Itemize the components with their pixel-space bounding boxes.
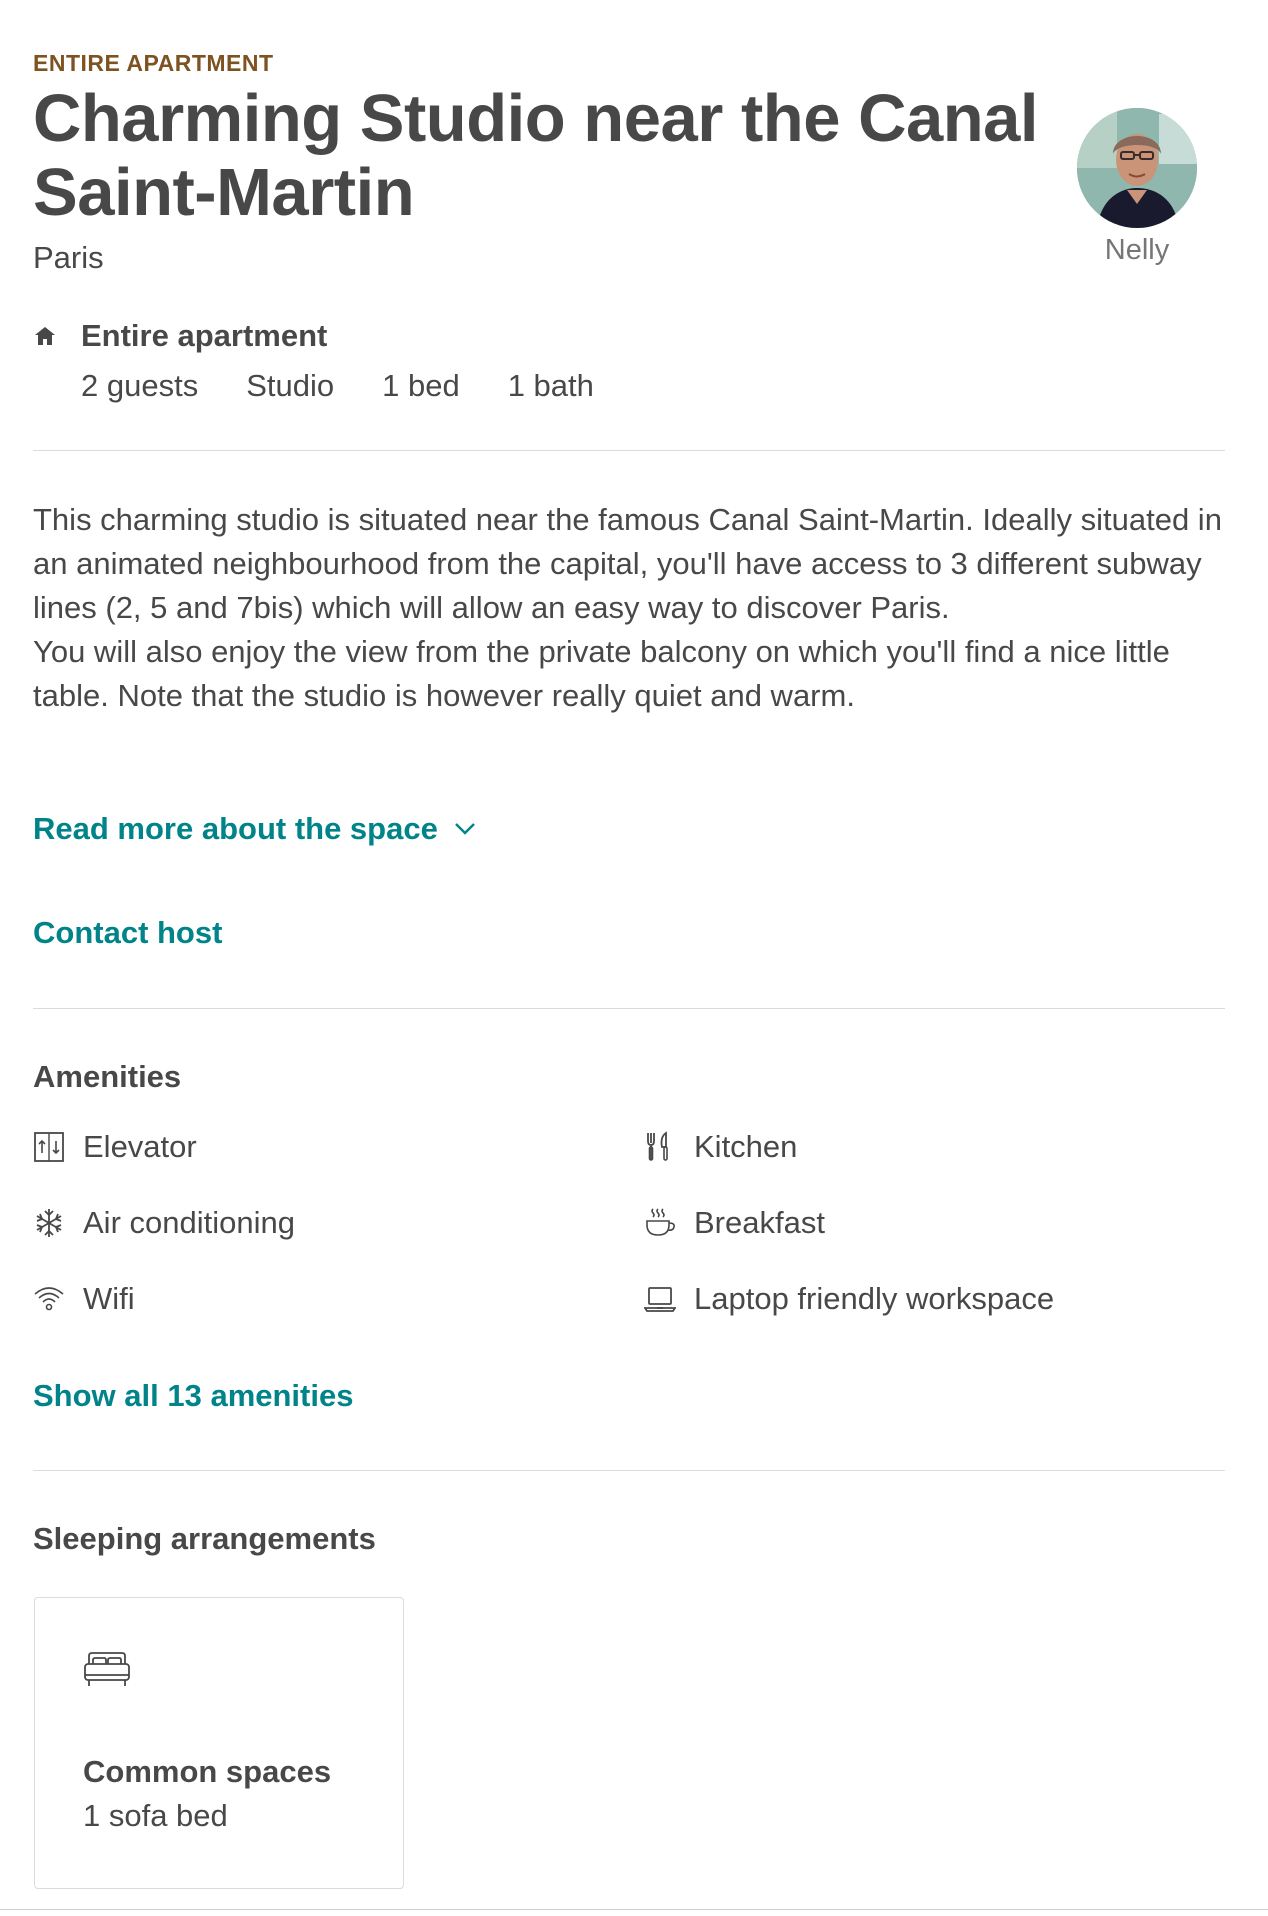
amenity-kitchen: Kitchen [644,1126,1225,1168]
host-profile[interactable]: Nelly [1077,108,1197,267]
coffee-cup-icon [646,1208,675,1236]
kitchen-icon [647,1131,668,1161]
listing-kicker: ENTIRE APARTMENT [33,50,274,76]
amenities-list: Elevator Kitchen Air conditioning Breakf… [33,1126,1225,1320]
divider [33,1470,1225,1471]
description-paragraph: You will also enjoy the view from the pr… [33,634,1170,713]
sleeping-arrangements-title: Sleeping arrangements [33,1521,376,1556]
wifi-icon [34,1287,64,1311]
read-more-label[interactable]: Read more about the space [33,811,438,847]
chevron-down-icon[interactable] [454,822,476,836]
listing-description: This charming studio is situated near th… [33,498,1225,718]
read-more-link[interactable]: Read more about the space [33,811,476,847]
snowflake-icon [36,1209,62,1237]
amenity-laptop: Laptop friendly workspace [644,1278,1225,1320]
divider [33,1008,1225,1009]
bed-icon [84,1652,130,1686]
elevator-icon [34,1132,64,1162]
bottom-divider [0,1909,1268,1910]
laptop-icon [644,1287,676,1312]
summary-guests: 2 guests [81,368,199,403]
amenity-label: Laptop friendly workspace [694,1281,1055,1316]
summary-baths: 1 bath [507,368,594,403]
amenity-label: Breakfast [694,1205,825,1240]
amenity-label: Wifi [83,1281,135,1316]
host-name[interactable]: Nelly [1077,234,1197,267]
listing-summary: Entire apartment 2 guests Studio 1 bed 1… [33,318,1033,404]
summary-beds: 1 bed [382,368,460,403]
listing-city: Paris [33,240,104,275]
sleeping-room-beds: 1 sofa bed [83,1798,228,1833]
summary-studio: Studio [246,368,335,403]
amenity-label: Elevator [83,1129,197,1164]
amenity-air-conditioning: Air conditioning [33,1202,644,1244]
amenity-elevator: Elevator [33,1126,644,1168]
sleeping-room-card: Common spaces 1 sofa bed [34,1597,404,1889]
amenity-wifi: Wifi [33,1278,644,1320]
sleeping-room-name: Common spaces [83,1754,332,1789]
avatar[interactable] [1077,108,1197,228]
amenities-title: Amenities [33,1059,182,1094]
amenity-label: Air conditioning [83,1205,295,1240]
home-icon [35,327,55,345]
divider [33,450,1225,451]
contact-host-link[interactable]: Contact host [33,915,222,951]
description-paragraph: This charming studio is situated near th… [33,502,1222,625]
show-all-amenities-link[interactable]: Show all 13 amenities [33,1378,353,1414]
host-photo-icon [1077,108,1197,228]
summary-room-type: Entire apartment [81,318,328,353]
amenity-breakfast: Breakfast [644,1202,1225,1244]
summary-details: 2 guests Studio 1 bed 1 bath [33,368,1033,404]
amenity-label: Kitchen [694,1129,798,1164]
listing-title: Charming Studio near the Canal Saint-Mar… [33,81,1039,230]
